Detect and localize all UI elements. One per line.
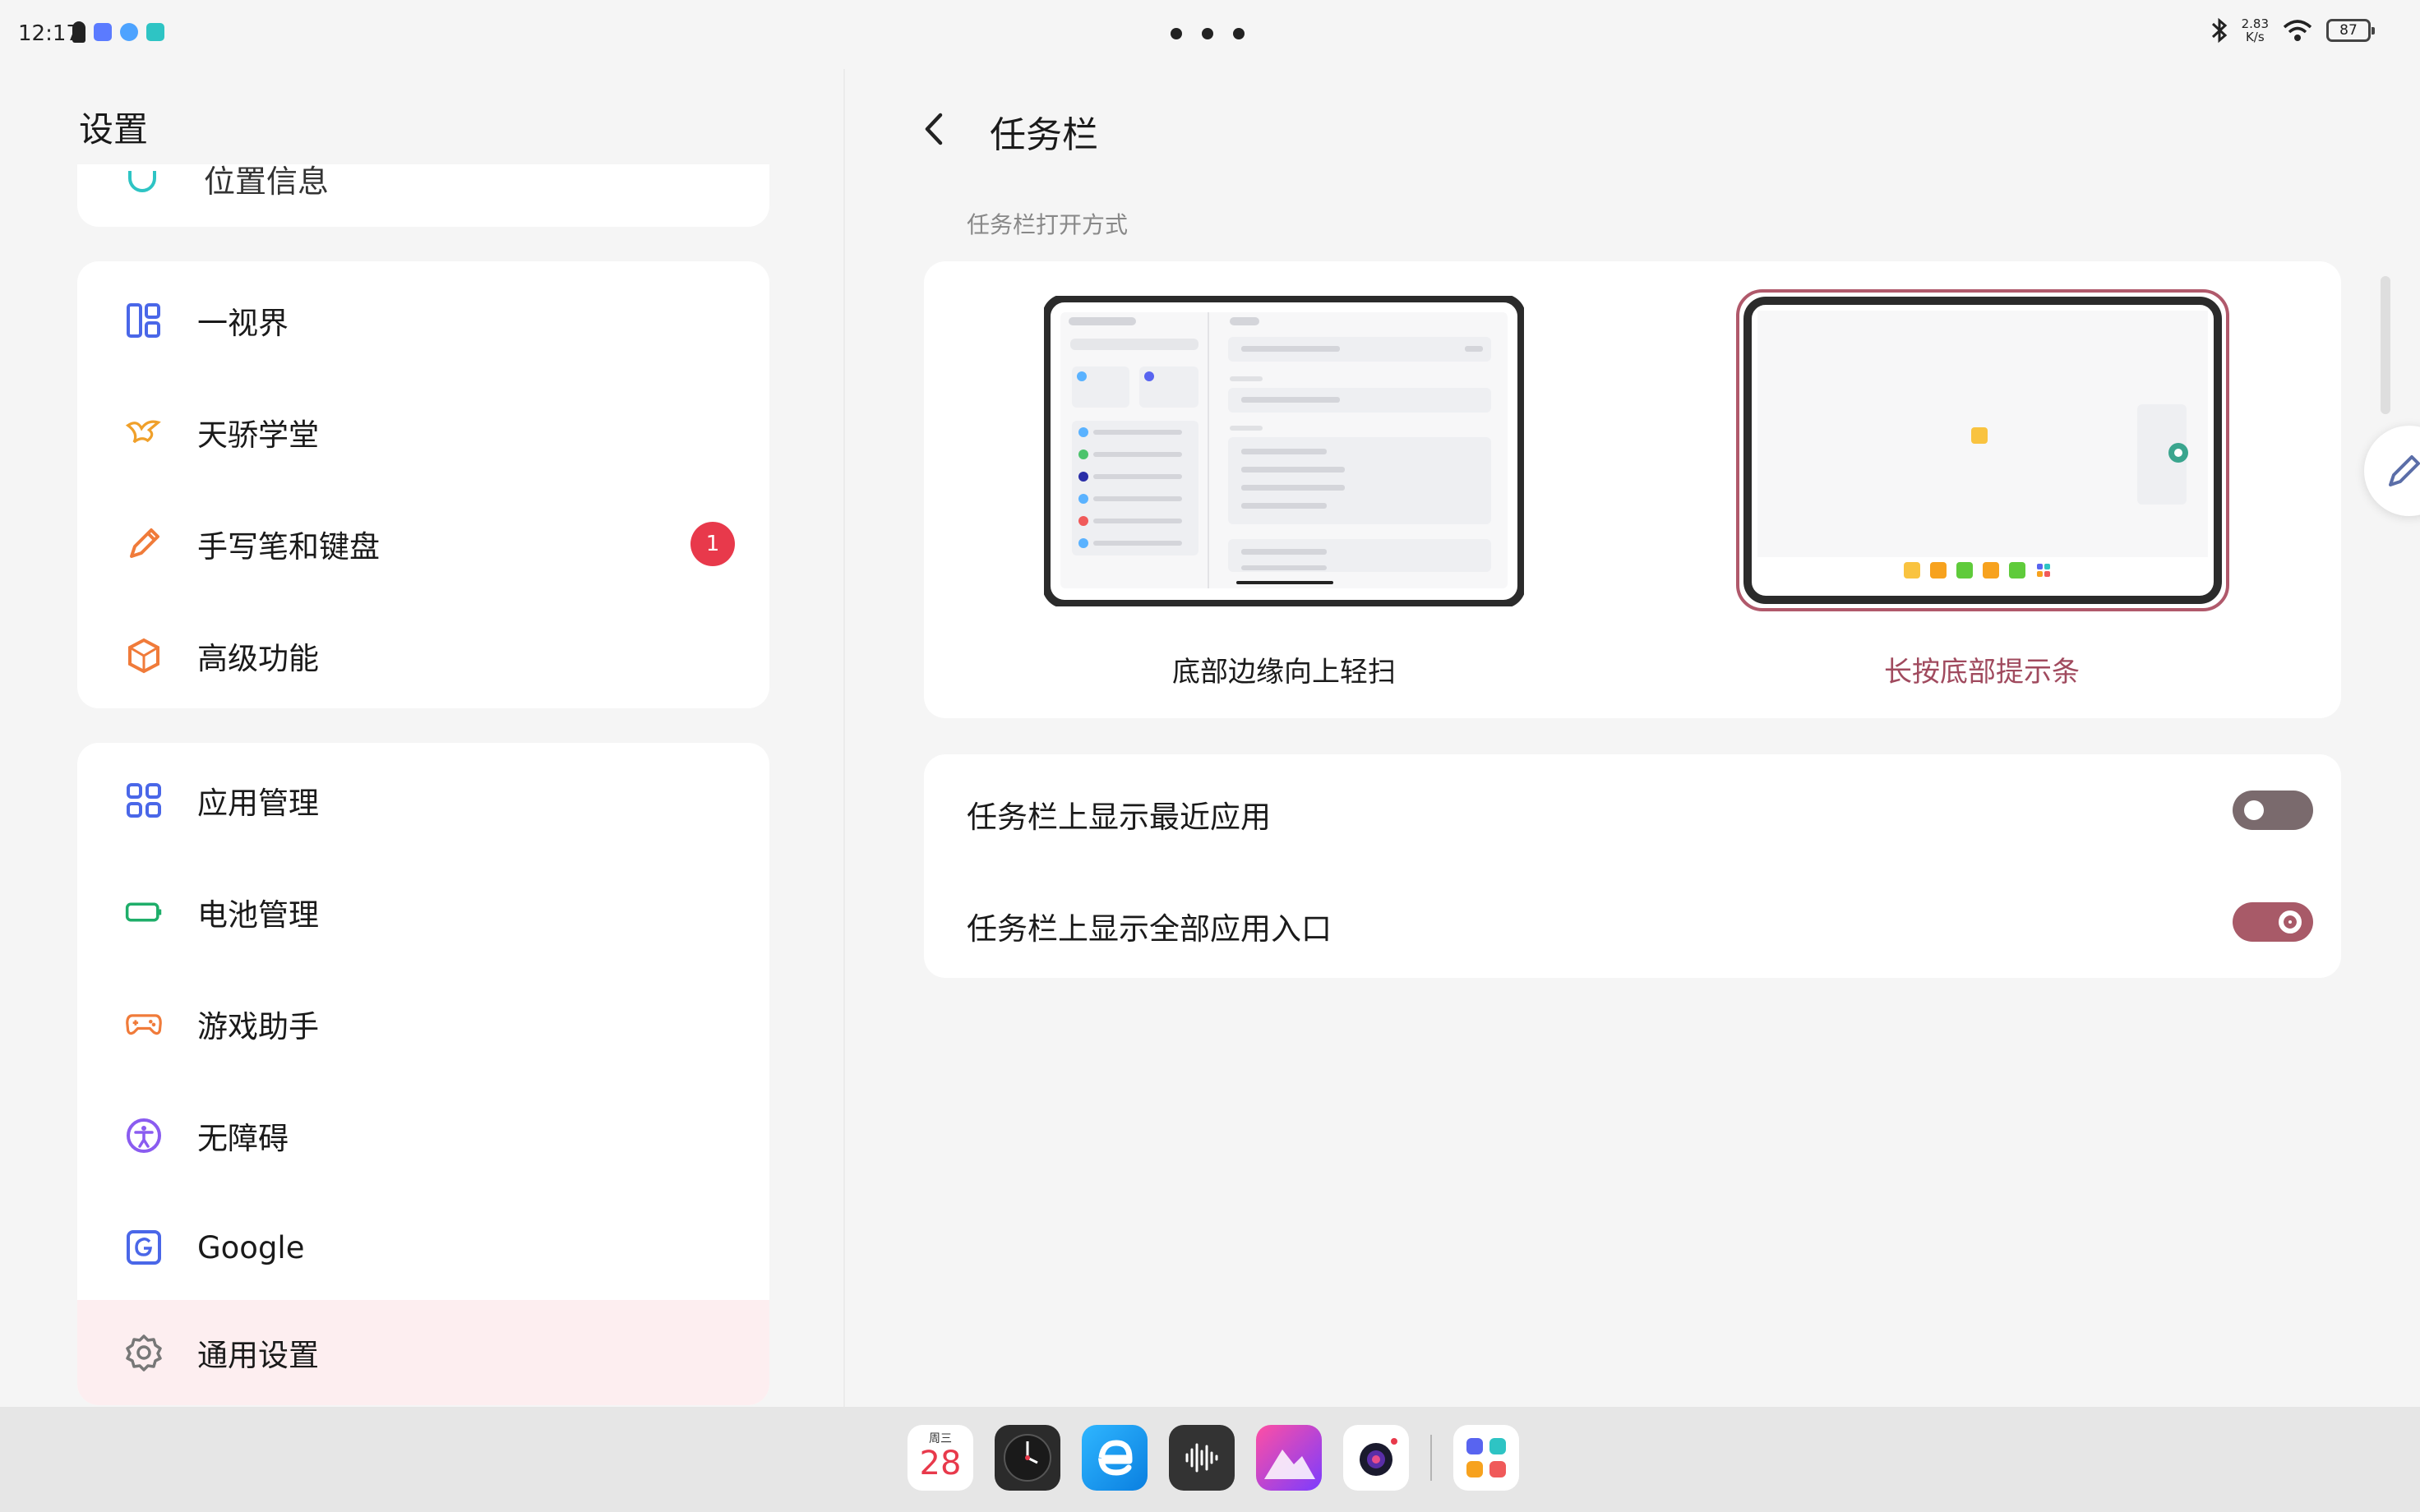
- all-apps-icon[interactable]: [1453, 1425, 1519, 1491]
- pane-divider: [843, 69, 845, 1408]
- back-arrow-icon[interactable]: [914, 108, 955, 150]
- settings-item-tianjiao[interactable]: 天骄学堂: [77, 376, 769, 488]
- settings-item-location[interactable]: 位置信息: [204, 164, 329, 201]
- wifi-icon: [2283, 20, 2312, 41]
- page-title: 任务栏: [990, 114, 1098, 156]
- learning-icon: [125, 413, 163, 451]
- camera-icon[interactable]: [1343, 1425, 1409, 1491]
- notification-badge: 1: [690, 522, 735, 566]
- toggle-knob: [2244, 800, 2264, 820]
- clock-icon[interactable]: [995, 1425, 1060, 1491]
- battery-indicator: 87: [2326, 19, 2375, 42]
- settings-item-general[interactable]: 通用设置: [77, 1300, 769, 1405]
- settings-group-b: 应用管理 电池管理 游戏助手 无障碍 Google 通用设置: [77, 743, 769, 1405]
- settings-item-apps[interactable]: 应用管理: [77, 744, 769, 856]
- section-label: 任务栏打开方式: [967, 211, 1129, 238]
- dock: 周三 28: [908, 1425, 1519, 1491]
- settings-title: 设置: [79, 109, 149, 150]
- calendar-icon[interactable]: 周三 28: [908, 1425, 973, 1491]
- upload-notification-icon: [146, 23, 164, 41]
- pen-icon: [2389, 455, 2420, 486]
- gallery-icon[interactable]: [1256, 1425, 1322, 1491]
- toggle-recent-apps-label: 任务栏上显示最近应用: [967, 800, 1271, 835]
- gear-icon: [125, 1334, 163, 1371]
- settings-item-label: 游戏助手: [197, 1009, 319, 1044]
- settings-item-advanced[interactable]: 高级功能: [77, 600, 769, 708]
- settings-item-stylus-keyboard[interactable]: 手写笔和键盘 1: [77, 488, 769, 600]
- google-icon: [125, 1228, 163, 1266]
- settings-item-label: 手写笔和键盘: [197, 529, 380, 565]
- person-icon: [72, 21, 85, 43]
- multitask-handle[interactable]: [1171, 28, 1245, 39]
- settings-item-accessibility[interactable]: 无障碍: [77, 1080, 769, 1192]
- settings-item-game[interactable]: 游戏助手: [77, 968, 769, 1080]
- settings-item-google[interactable]: Google: [77, 1192, 769, 1303]
- toggle-knob: [2279, 910, 2302, 933]
- settings-item-label: 高级功能: [197, 641, 319, 676]
- recorder-icon[interactable]: [1169, 1425, 1235, 1491]
- status-time: 12:17: [18, 21, 80, 46]
- gamepad-icon: [125, 1005, 163, 1043]
- toggle-recent-apps[interactable]: [2233, 791, 2313, 830]
- settings-item-label: 一视界: [197, 306, 289, 341]
- browser-icon[interactable]: [1082, 1425, 1148, 1491]
- settings-item-yishijie[interactable]: 一视界: [77, 265, 769, 376]
- battery-icon: [125, 893, 163, 931]
- calendar-weekday: 周三: [929, 1432, 952, 1445]
- settings-item-battery[interactable]: 电池管理: [77, 856, 769, 968]
- toggle-all-apps-entry-label: 任务栏上显示全部应用入口: [967, 911, 1332, 947]
- settings-item-label: Google: [197, 1229, 305, 1265]
- settings-group-top: 位置信息: [77, 164, 769, 227]
- status-right: 2.83 K/s 87: [2210, 16, 2375, 44]
- app-notification-icon: [94, 23, 112, 41]
- bluetooth-notification-icon: [120, 23, 138, 41]
- settings-item-label: 电池管理: [197, 897, 319, 933]
- option-longpress-illustration[interactable]: [1736, 289, 2229, 611]
- toggle-all-apps-entry[interactable]: [2233, 902, 2313, 942]
- calendar-date: 28: [919, 1445, 962, 1482]
- apps-icon: [125, 781, 163, 819]
- settings-item-label: 应用管理: [197, 786, 319, 821]
- option-swipe-label[interactable]: 底部边缘向上轻扫: [1172, 649, 1396, 689]
- hexagon-icon: [125, 637, 163, 675]
- settings-item-label: 天骄学堂: [197, 417, 319, 453]
- dock-separator: [1430, 1435, 1432, 1481]
- scrollbar[interactable]: [2381, 276, 2390, 414]
- accessibility-icon: [125, 1117, 163, 1155]
- settings-item-label: 无障碍: [197, 1121, 289, 1156]
- floating-pen-button[interactable]: [2364, 426, 2420, 516]
- notification-icons: [72, 21, 164, 43]
- settings-item-label: 通用设置: [197, 1338, 319, 1373]
- status-bar: 12:17 2.83 K/s 87: [0, 0, 2420, 69]
- option-swipe-illustration[interactable]: [1044, 296, 1524, 606]
- location-icon: [128, 171, 156, 192]
- bluetooth-icon: [2211, 17, 2227, 44]
- net-speed: 2.83 K/s: [2241, 16, 2269, 44]
- option-longpress-label[interactable]: 长按底部提示条: [1884, 649, 2080, 689]
- pen-icon: [125, 525, 163, 563]
- settings-group-a: 一视界 天骄学堂 手写笔和键盘 1 高级功能: [77, 261, 769, 708]
- grid-view-icon: [125, 302, 163, 339]
